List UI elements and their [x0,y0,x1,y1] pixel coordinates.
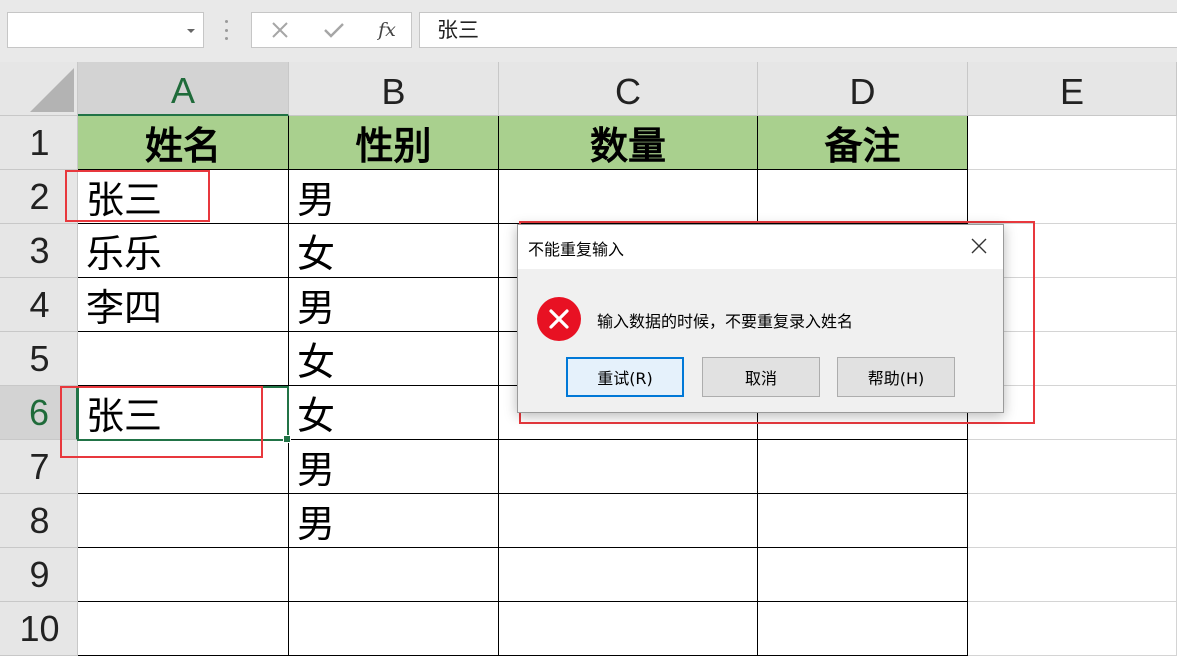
close-icon[interactable] [260,13,300,47]
cell-d10[interactable] [758,602,968,656]
column-header-c[interactable]: C [499,62,758,116]
cell-b7[interactable]: 男 [289,440,499,494]
cell-b6[interactable]: 女 [289,386,499,440]
fx-icon[interactable]: fx [367,13,407,47]
row-header-7[interactable]: 7 [0,440,78,494]
cell-b1[interactable]: 性别 [289,116,499,170]
checkmark-icon[interactable] [314,13,354,47]
row-header-3[interactable]: 3 [0,224,78,278]
cancel-button[interactable]: 取消 [702,357,820,397]
row-header-4[interactable]: 4 [0,278,78,332]
dialog-title: 不能重复输入 [528,240,625,259]
cell-c2[interactable] [499,170,758,224]
cell-c7[interactable] [499,440,758,494]
help-button[interactable]: 帮助(H) [837,357,955,397]
cell-d7[interactable] [758,440,968,494]
cell-e8[interactable] [968,494,1177,548]
column-header-d[interactable]: D [758,62,968,116]
chevron-down-icon[interactable] [187,29,195,33]
cell-e9[interactable] [968,548,1177,602]
column-header-e[interactable]: E [968,62,1177,116]
cell-c1[interactable]: 数量 [499,116,758,170]
cell-b10[interactable] [289,602,499,656]
cell-d2[interactable] [758,170,968,224]
row-header-5[interactable]: 5 [0,332,78,386]
cell-a2[interactable]: 张三 [78,170,289,224]
cell-b9[interactable] [289,548,499,602]
cell-a3[interactable]: 乐乐 [78,224,289,278]
cell-d1[interactable]: 备注 [758,116,968,170]
column-header-b[interactable]: B [289,62,499,116]
formula-input[interactable]: 张三 [419,12,1177,48]
retry-button[interactable]: 重试(R) [566,357,684,397]
cell-a7[interactable] [78,440,289,494]
close-icon[interactable] [969,236,989,256]
row-header-6[interactable]: 6 [0,386,78,440]
cell-a10[interactable] [78,602,289,656]
cell-a9[interactable] [78,548,289,602]
cell-a4[interactable]: 李四 [78,278,289,332]
row-header-1[interactable]: 1 [0,116,78,170]
column-header-a[interactable]: A [78,62,289,116]
row-header-8[interactable]: 8 [0,494,78,548]
row-header-10[interactable]: 10 [0,602,78,656]
cell-d8[interactable] [758,494,968,548]
cell-a8[interactable] [78,494,289,548]
dialog-titlebar[interactable]: 不能重复输入 [518,225,1003,269]
select-all-corner[interactable] [0,62,78,116]
cell-c9[interactable] [499,548,758,602]
cell-c8[interactable] [499,494,758,548]
cell-a5[interactable] [78,332,289,386]
cell-b5[interactable]: 女 [289,332,499,386]
dialog-message: 输入数据的时候，不要重复录入姓名 [597,312,854,331]
cell-d9[interactable] [758,548,968,602]
cell-e7[interactable] [968,440,1177,494]
cell-e2[interactable] [968,170,1177,224]
row-header-9[interactable]: 9 [0,548,78,602]
cell-b4[interactable]: 男 [289,278,499,332]
error-dialog: 不能重复输入 输入数据的时候，不要重复录入姓名 重试(R) 取消 帮助(H) [517,224,1004,413]
error-icon [537,297,581,341]
cell-b3[interactable]: 女 [289,224,499,278]
row-header-2[interactable]: 2 [0,170,78,224]
cell-a1[interactable]: 姓名 [78,116,289,170]
cell-b8[interactable]: 男 [289,494,499,548]
cell-e10[interactable] [968,602,1177,656]
name-box[interactable] [7,12,204,48]
formula-buttons: fx [251,12,412,48]
cell-a6[interactable]: 张三 [78,386,289,440]
cell-e1[interactable] [968,116,1177,170]
cell-c10[interactable] [499,602,758,656]
cell-b2[interactable]: 男 [289,170,499,224]
formula-bar: fx 张三 [0,0,1177,62]
formula-bar-splitter[interactable] [224,20,228,40]
